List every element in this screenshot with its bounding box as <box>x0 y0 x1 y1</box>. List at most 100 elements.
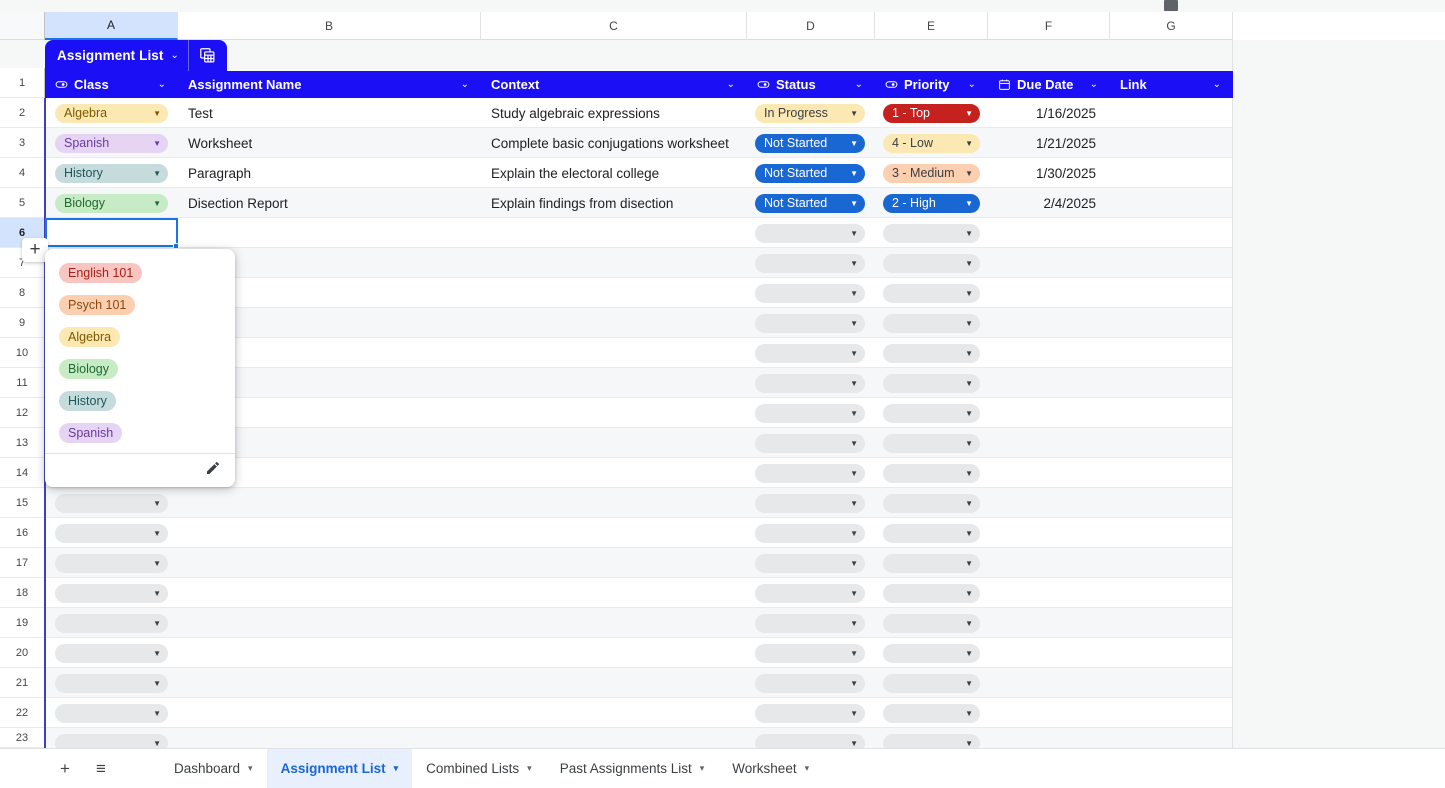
cell-due-date[interactable]: 1/16/2025 <box>988 98 1110 128</box>
row-header-19[interactable]: 19 <box>0 608 45 638</box>
cell-context[interactable] <box>481 218 747 248</box>
status-chip[interactable]: ▼ <box>755 674 865 693</box>
cell-context[interactable] <box>481 728 747 748</box>
cell-due-date[interactable] <box>988 578 1110 608</box>
row-header-5[interactable]: 5 <box>0 188 45 218</box>
cell-due-date[interactable] <box>988 248 1110 278</box>
cell-status[interactable]: ▼ <box>755 488 875 518</box>
chip-dropdown-arrow-icon[interactable]: ▼ <box>965 739 973 748</box>
chip-dropdown-arrow-icon[interactable]: ▼ <box>965 529 973 538</box>
cell-assignment-name[interactable] <box>178 698 481 728</box>
row-header-9[interactable]: 9 <box>0 308 45 338</box>
cell-priority[interactable]: ▼ <box>883 398 988 428</box>
status-chip[interactable]: ▼ <box>755 224 865 243</box>
cell-status[interactable]: ▼ <box>755 668 875 698</box>
cell-context[interactable] <box>481 278 747 308</box>
chevron-down-icon[interactable]: ▾ <box>248 763 253 774</box>
row-header-20[interactable]: 20 <box>0 638 45 668</box>
cell-class[interactable]: Biology▼ <box>55 188 178 218</box>
cell-priority[interactable]: ▼ <box>883 518 988 548</box>
cell-context[interactable] <box>481 338 747 368</box>
cell-due-date[interactable] <box>988 428 1110 458</box>
status-chip[interactable]: ▼ <box>755 524 865 543</box>
chip-dropdown-arrow-icon[interactable]: ▼ <box>965 199 973 208</box>
cell-link[interactable] <box>1110 248 1233 278</box>
cell-status[interactable]: ▼ <box>755 218 875 248</box>
cell-priority[interactable]: ▼ <box>883 548 988 578</box>
row-header-18[interactable]: 18 <box>0 578 45 608</box>
class-chip[interactable]: History▼ <box>55 164 168 183</box>
priority-chip[interactable]: ▼ <box>883 434 980 453</box>
chevron-down-icon[interactable]: ⌄ <box>968 79 976 90</box>
priority-chip[interactable]: ▼ <box>883 224 980 243</box>
dropdown-option-algebra[interactable]: Algebra <box>45 321 235 353</box>
priority-chip[interactable]: ▼ <box>883 734 980 749</box>
cell-priority[interactable]: 1 - Top▼ <box>883 98 988 128</box>
dropdown-option-biology[interactable]: Biology <box>45 353 235 385</box>
cell-link[interactable] <box>1110 548 1233 578</box>
row-header-11[interactable]: 11 <box>0 368 45 398</box>
cell-status[interactable]: Not Started▼ <box>755 128 875 158</box>
cell-link[interactable] <box>1110 158 1233 188</box>
chevron-down-icon[interactable]: ⌄ <box>855 79 863 90</box>
status-chip[interactable]: Not Started▼ <box>755 164 865 183</box>
chip-dropdown-arrow-icon[interactable]: ▼ <box>965 319 973 328</box>
cell-status[interactable]: ▼ <box>755 698 875 728</box>
chip-dropdown-arrow-icon[interactable]: ▼ <box>850 529 858 538</box>
chip-dropdown-arrow-icon[interactable]: ▼ <box>965 259 973 268</box>
priority-chip[interactable]: 3 - Medium▼ <box>883 164 980 183</box>
chevron-down-icon[interactable]: ⌄ <box>1213 79 1221 90</box>
cell-link[interactable] <box>1110 98 1233 128</box>
cell-due-date[interactable] <box>988 698 1110 728</box>
cell-class[interactable]: ▼ <box>55 698 178 728</box>
class-chip[interactable]: ▼ <box>55 704 168 723</box>
cell-assignment-name[interactable] <box>178 728 481 748</box>
priority-chip[interactable]: ▼ <box>883 314 980 333</box>
cell-assignment-name[interactable] <box>178 638 481 668</box>
column-header-e[interactable]: E <box>875 12 988 40</box>
cell-priority[interactable]: ▼ <box>883 368 988 398</box>
status-chip[interactable]: ▼ <box>755 614 865 633</box>
priority-chip[interactable]: ▼ <box>883 524 980 543</box>
chevron-down-icon[interactable]: ▾ <box>394 763 399 774</box>
priority-chip[interactable]: 2 - High▼ <box>883 194 980 213</box>
status-chip[interactable]: ▼ <box>755 584 865 603</box>
cell-class[interactable]: ▼ <box>55 548 178 578</box>
cell-due-date[interactable]: 2/4/2025 <box>988 188 1110 218</box>
cell-assignment-name[interactable] <box>178 518 481 548</box>
cell-link[interactable] <box>1110 338 1233 368</box>
status-chip[interactable]: ▼ <box>755 494 865 513</box>
cell-status[interactable]: Not Started▼ <box>755 158 875 188</box>
priority-chip[interactable]: ▼ <box>883 584 980 603</box>
cell-link[interactable] <box>1110 488 1233 518</box>
chevron-down-icon[interactable]: ▾ <box>700 763 705 774</box>
chip-dropdown-arrow-icon[interactable]: ▼ <box>965 499 973 508</box>
status-chip[interactable]: In Progress▼ <box>755 104 865 123</box>
cell-status[interactable]: ▼ <box>755 728 875 748</box>
chevron-down-icon[interactable]: ▾ <box>805 763 810 774</box>
all-sheets-icon[interactable]: ≡ <box>84 752 118 786</box>
cell-priority[interactable]: 4 - Low▼ <box>883 128 988 158</box>
cell-status[interactable]: Not Started▼ <box>755 188 875 218</box>
chip-dropdown-arrow-icon[interactable]: ▼ <box>850 379 858 388</box>
column-header-d[interactable]: D <box>747 12 875 40</box>
chip-dropdown-arrow-icon[interactable]: ▼ <box>850 139 858 148</box>
class-chip[interactable]: Spanish▼ <box>55 134 168 153</box>
chip-dropdown-arrow-icon[interactable]: ▼ <box>153 589 161 598</box>
status-chip[interactable]: ▼ <box>755 374 865 393</box>
cell-context[interactable] <box>481 668 747 698</box>
dropdown-option-english-101[interactable]: English 101 <box>45 257 235 289</box>
class-chip[interactable]: ▼ <box>55 554 168 573</box>
cell-context[interactable]: Explain the electoral college <box>481 158 747 188</box>
cell-due-date[interactable] <box>988 488 1110 518</box>
cell-assignment-name[interactable] <box>178 488 481 518</box>
status-chip[interactable]: ▼ <box>755 344 865 363</box>
class-chip[interactable]: Biology▼ <box>55 194 168 213</box>
chip-dropdown-arrow-icon[interactable]: ▼ <box>850 289 858 298</box>
row-header-15[interactable]: 15 <box>0 488 45 518</box>
row-header-4[interactable]: 4 <box>0 158 45 188</box>
status-chip[interactable]: ▼ <box>755 254 865 273</box>
chip-dropdown-arrow-icon[interactable]: ▼ <box>965 229 973 238</box>
chevron-down-icon[interactable]: ⌄ <box>171 50 179 61</box>
cell-link[interactable] <box>1110 428 1233 458</box>
